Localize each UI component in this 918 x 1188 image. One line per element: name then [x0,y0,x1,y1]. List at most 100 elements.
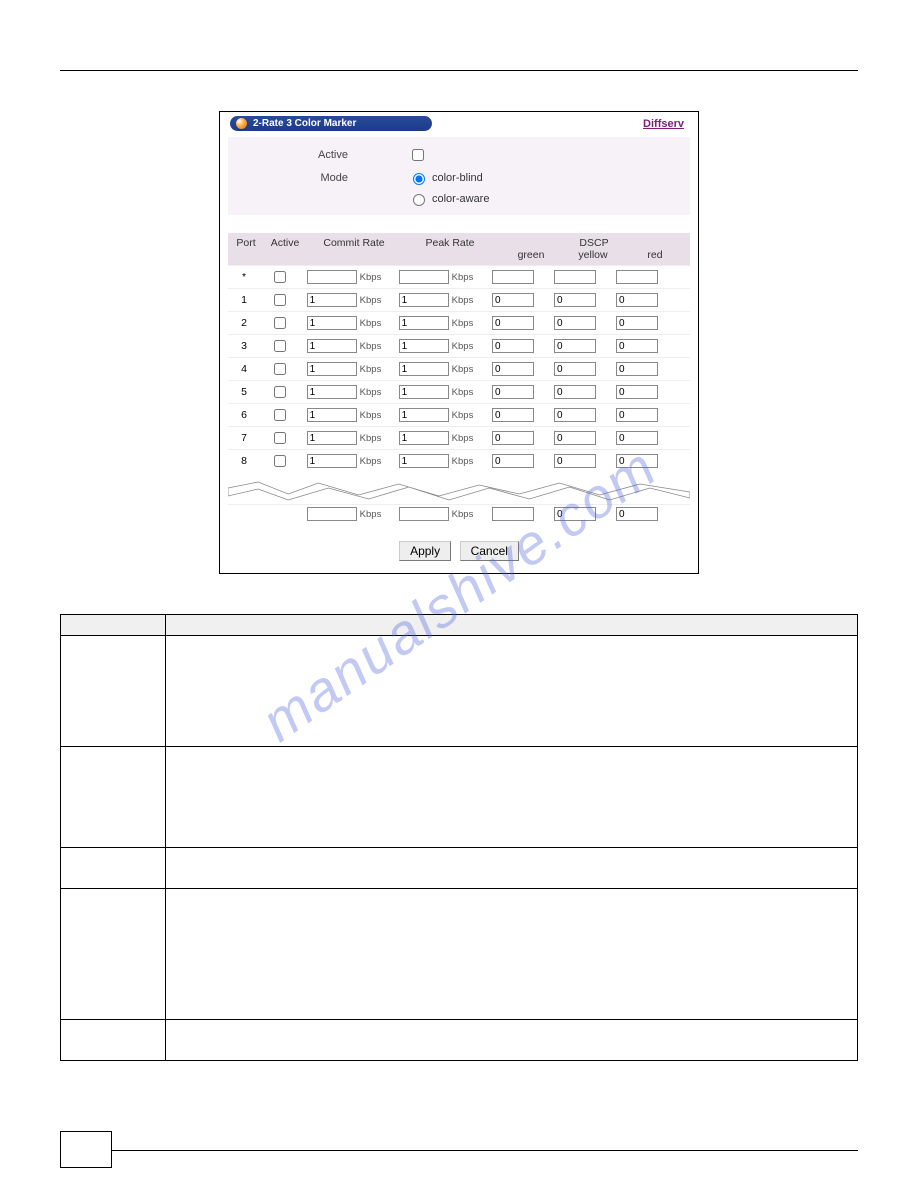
row-active-checkbox[interactable] [274,363,286,375]
yellow-input[interactable] [554,362,596,376]
table-row: 1 Kbps Kbps [228,288,690,311]
red-input[interactable] [616,339,658,353]
desc-cell [61,636,166,747]
peak-input[interactable] [399,385,449,399]
green-input[interactable] [492,408,534,422]
active-label: Active [228,149,408,161]
commit-input[interactable] [307,362,357,376]
port-cell: 4 [228,363,260,375]
yellow-input[interactable] [554,385,596,399]
port-cell: * [228,271,260,283]
green-input[interactable] [492,270,534,284]
red-input[interactable] [616,431,658,445]
table-row: 2 Kbps Kbps [228,311,690,334]
peak-input[interactable] [399,507,449,521]
red-input[interactable] [616,293,658,307]
table-row: * Kbps Kbps [228,265,690,288]
commit-input[interactable] [307,339,357,353]
col-active: Active [264,233,306,265]
yellow-input[interactable] [554,431,596,445]
table-row: 7 Kbps Kbps [228,426,690,449]
desc-h2 [166,615,858,636]
col-commit: Commit Rate [306,233,402,265]
green-input[interactable] [492,293,534,307]
title-text: 2-Rate 3 Color Marker [253,118,356,129]
yellow-input[interactable] [554,408,596,422]
port-cell: 2 [228,317,260,329]
port-cell: 7 [228,432,260,444]
peak-input[interactable] [399,362,449,376]
peak-input[interactable] [399,316,449,330]
col-dscp: DSCP [500,237,688,249]
row-active-checkbox[interactable] [274,455,286,467]
green-input[interactable] [492,507,534,521]
green-input[interactable] [492,339,534,353]
commit-input[interactable] [307,293,357,307]
peak-input[interactable] [399,339,449,353]
peak-input[interactable] [399,454,449,468]
table-row: 5 Kbps Kbps [228,380,690,403]
red-input[interactable] [616,507,658,521]
row-active-checkbox[interactable] [274,409,286,421]
commit-input[interactable] [307,270,357,284]
commit-input[interactable] [307,385,357,399]
cancel-button[interactable]: Cancel [460,541,519,561]
desc-cell [166,747,858,848]
desc-cell [61,747,166,848]
table-row: Kbps Kbps [228,504,690,523]
diffserv-link[interactable]: Diffserv [643,118,684,130]
green-input[interactable] [492,316,534,330]
active-checkbox[interactable] [412,149,424,161]
desc-cell [166,636,858,747]
port-cell: 3 [228,340,260,352]
row-active-checkbox[interactable] [274,340,286,352]
green-input[interactable] [492,385,534,399]
port-cell: 1 [228,294,260,306]
peak-input[interactable] [399,431,449,445]
row-active-checkbox[interactable] [274,294,286,306]
yellow-input[interactable] [554,507,596,521]
commit-input[interactable] [307,316,357,330]
commit-input[interactable] [307,431,357,445]
port-cell: 6 [228,409,260,421]
commit-input[interactable] [307,454,357,468]
table-row: 3 Kbps Kbps [228,334,690,357]
red-input[interactable] [616,454,658,468]
green-input[interactable] [492,362,534,376]
red-input[interactable] [616,270,658,284]
commit-input[interactable] [307,408,357,422]
config-panel: 2-Rate 3 Color Marker Diffserv Active Mo… [219,111,699,574]
mode-aware-radio[interactable] [413,194,425,206]
desc-cell [166,889,858,1020]
red-input[interactable] [616,385,658,399]
red-input[interactable] [616,316,658,330]
row-active-checkbox[interactable] [274,386,286,398]
yellow-input[interactable] [554,270,596,284]
commit-input[interactable] [307,507,357,521]
yellow-input[interactable] [554,293,596,307]
mode-blind-radio[interactable] [413,173,425,185]
peak-input[interactable] [399,293,449,307]
peak-input[interactable] [399,408,449,422]
red-input[interactable] [616,362,658,376]
mode-label: Mode [228,172,408,184]
desc-cell [61,848,166,889]
mode-aware-label: color-aware [432,193,489,205]
apply-button[interactable]: Apply [399,541,451,561]
table-row: 8 Kbps Kbps [228,449,690,472]
yellow-input[interactable] [554,339,596,353]
row-active-checkbox[interactable] [274,317,286,329]
page-tear [228,480,690,504]
table-header: Port Active Commit Rate Peak Rate DSCP g… [228,233,690,265]
col-green: green [500,249,562,261]
yellow-input[interactable] [554,454,596,468]
row-active-checkbox[interactable] [274,432,286,444]
green-input[interactable] [492,431,534,445]
peak-input[interactable] [399,270,449,284]
col-peak: Peak Rate [402,233,498,265]
desc-cell [166,848,858,889]
yellow-input[interactable] [554,316,596,330]
green-input[interactable] [492,454,534,468]
row-active-checkbox[interactable] [274,271,286,283]
red-input[interactable] [616,408,658,422]
